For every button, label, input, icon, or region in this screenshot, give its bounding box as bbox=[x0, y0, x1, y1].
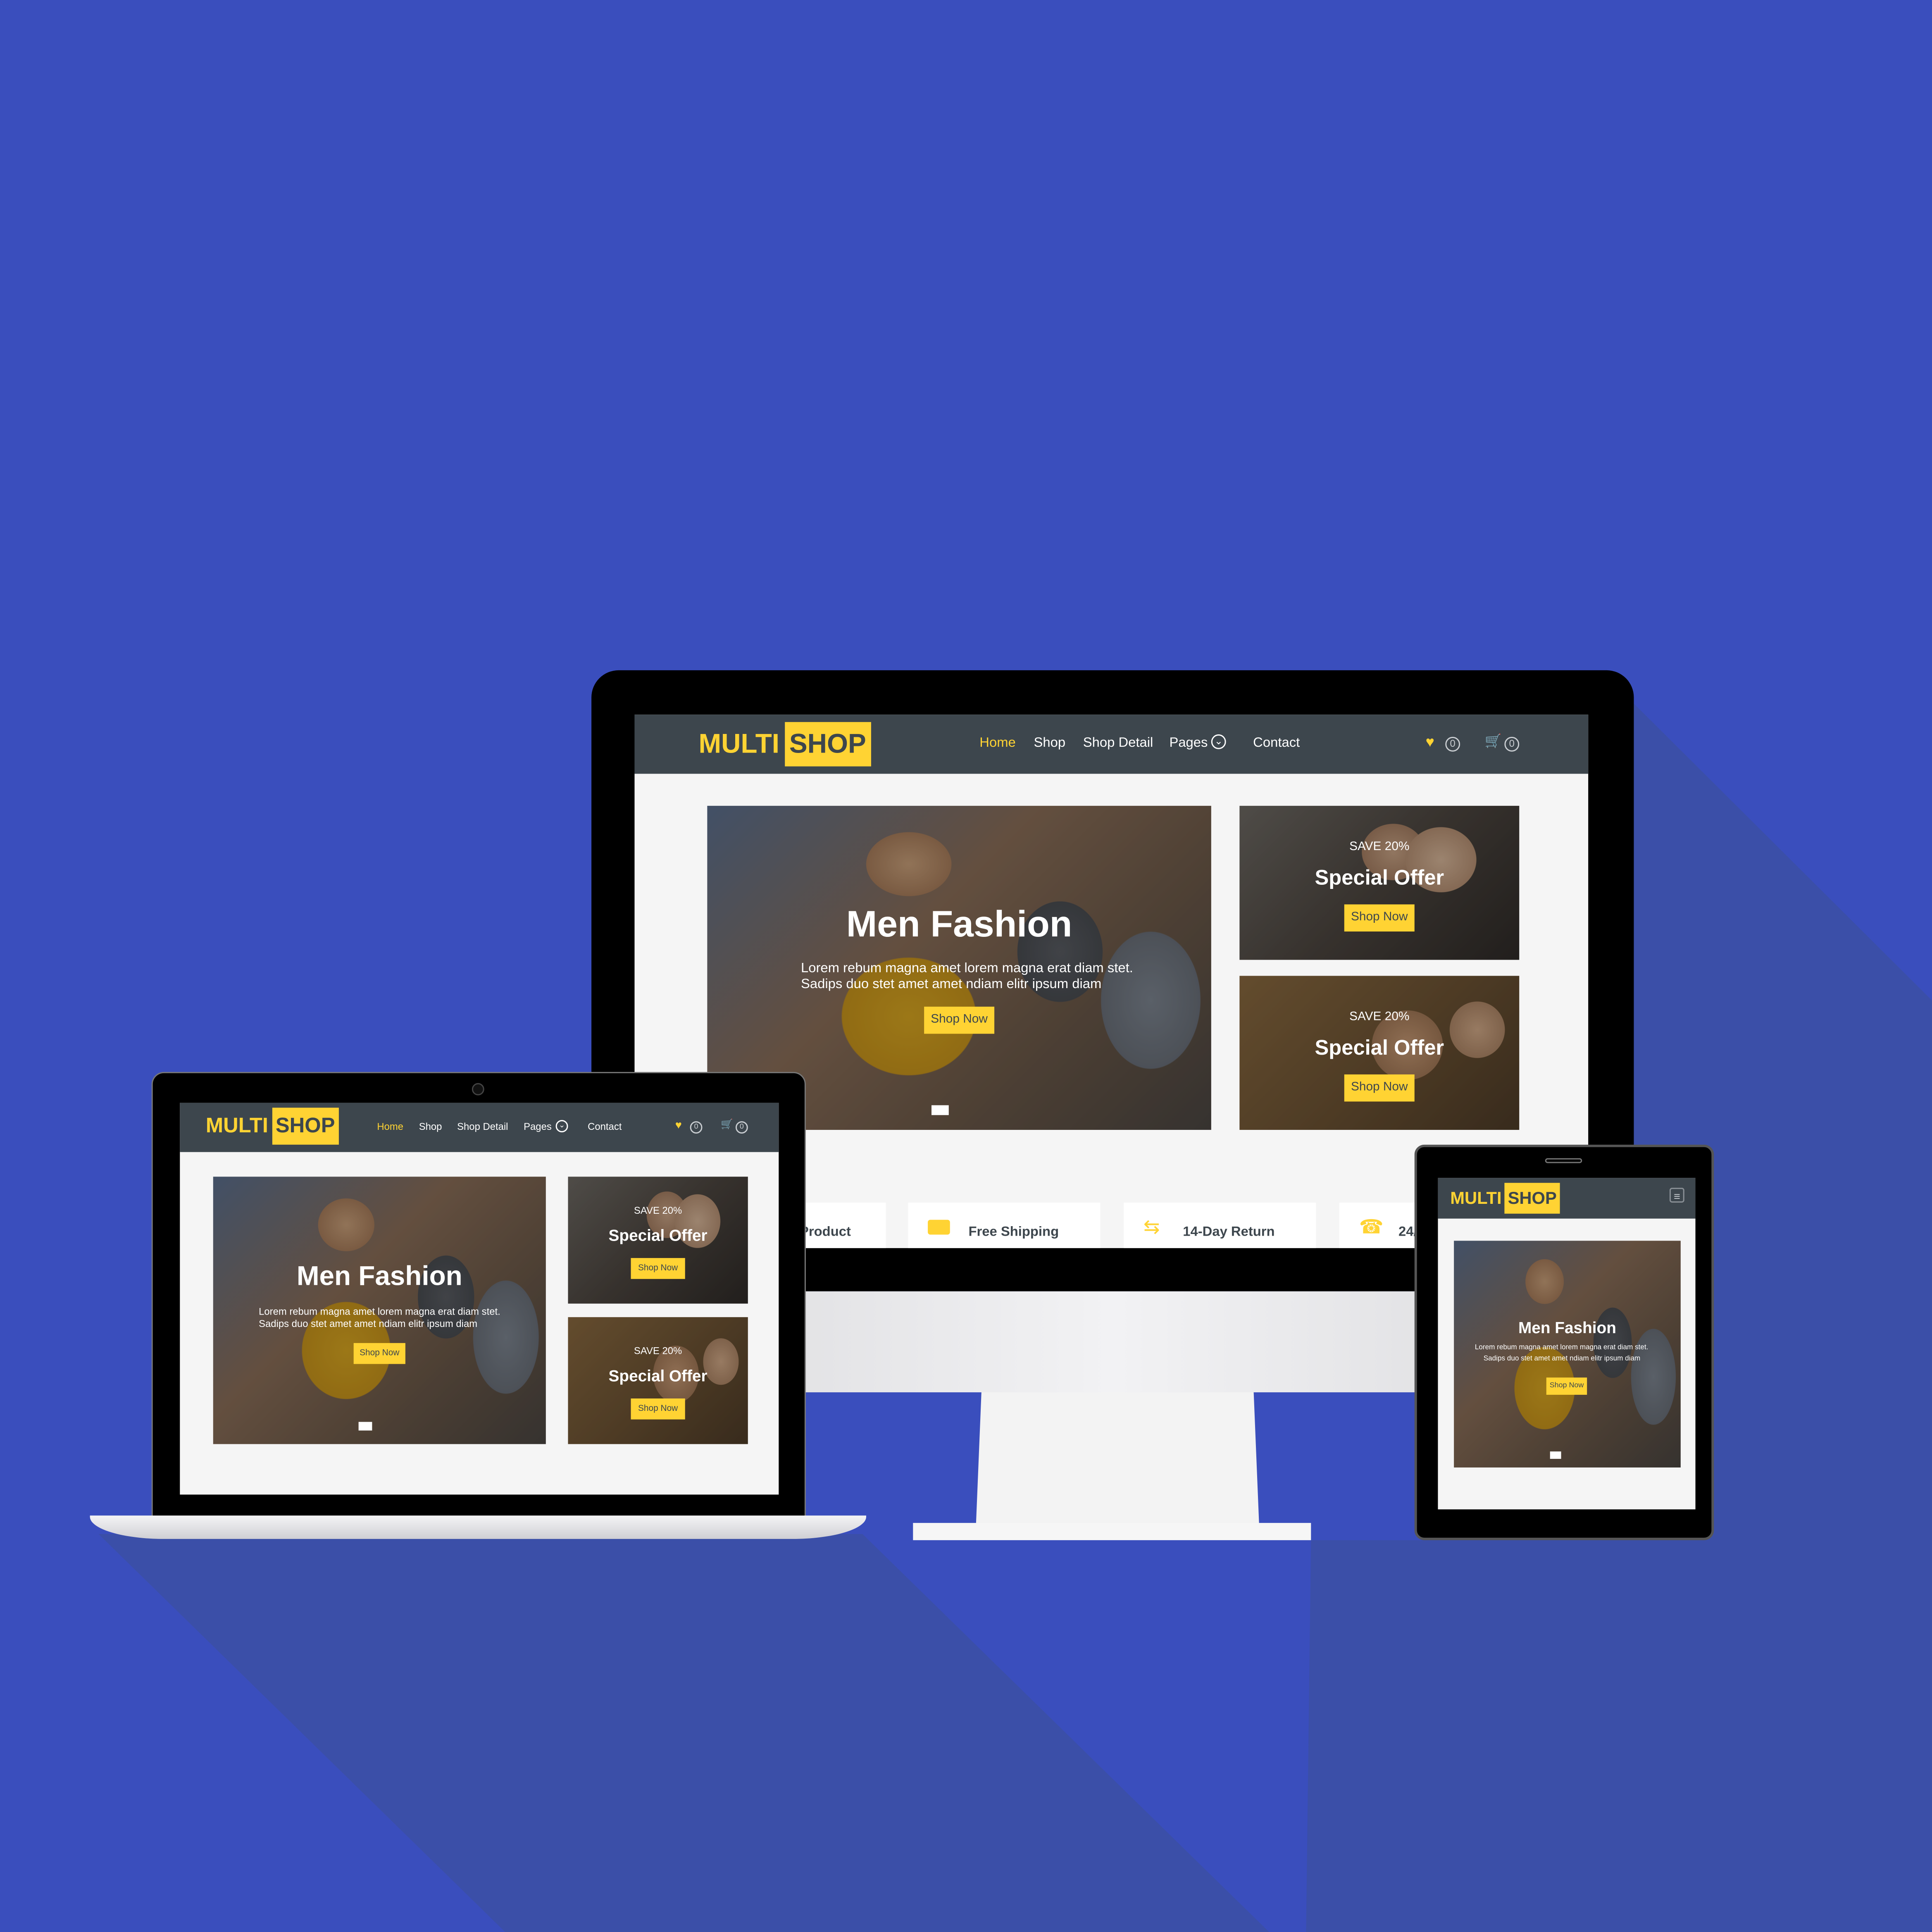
offer-title: Special Offer bbox=[608, 1366, 708, 1385]
cart-icon[interactable]: 🛒 bbox=[721, 1119, 733, 1130]
hero-carousel[interactable]: Men Fashion Lorem rebum magna amet lorem… bbox=[1454, 1241, 1681, 1467]
brand-part2: SHOP bbox=[1504, 1183, 1560, 1214]
brand-logo[interactable]: MULTI SHOP bbox=[1450, 1183, 1560, 1214]
offer-card-2[interactable]: SAVE 20% Special Offer Shop Now bbox=[1239, 976, 1520, 1130]
nav-contact[interactable]: Contact bbox=[588, 1121, 622, 1132]
offer-shop-now-button[interactable]: Shop Now bbox=[1344, 1074, 1415, 1102]
offer-save-label: SAVE 20% bbox=[634, 1345, 682, 1357]
feature-label: Product bbox=[799, 1224, 851, 1240]
wishlist-count: 0 bbox=[690, 1121, 703, 1134]
hero-text-line2: Sadips duo stet amet amet ndiam elitr ip… bbox=[800, 977, 1102, 992]
nav-pages[interactable]: Pages bbox=[1169, 736, 1208, 750]
navbar: MULTI SHOP Home Shop Shop Detail Pages ⌄ … bbox=[180, 1103, 779, 1152]
offer-shop-now-button[interactable]: Shop Now bbox=[631, 1258, 685, 1279]
cart-count: 0 bbox=[735, 1121, 748, 1134]
offer-save-label: SAVE 20% bbox=[1349, 1010, 1410, 1024]
carousel-indicator[interactable] bbox=[358, 1422, 372, 1431]
laptop-screen: MULTI SHOP Home Shop Shop Detail Pages ⌄ … bbox=[180, 1103, 779, 1495]
hero-shop-now-button[interactable]: Shop Now bbox=[924, 1006, 995, 1034]
brand-logo[interactable]: MULTI SHOP bbox=[698, 722, 871, 767]
feature-label: 14-Day Return bbox=[1183, 1224, 1275, 1240]
brand-part1: MULTI bbox=[205, 1114, 268, 1137]
offer-title: Special Offer bbox=[1315, 1036, 1444, 1060]
exchange-icon: ⇆ bbox=[1143, 1217, 1160, 1239]
truck-icon bbox=[928, 1220, 950, 1235]
hero-title: Men Fashion bbox=[1518, 1318, 1616, 1337]
nav-home[interactable]: Home bbox=[979, 736, 1015, 750]
hero-shop-now-button[interactable]: Shop Now bbox=[1546, 1377, 1587, 1395]
cart-icon[interactable]: 🛒 bbox=[1485, 733, 1502, 749]
hero-title: Men Fashion bbox=[846, 904, 1072, 945]
feature-box-return: ⇆ 14-Day Return bbox=[1124, 1202, 1316, 1248]
monitor-stand-neck bbox=[976, 1390, 1260, 1528]
carousel-indicator[interactable] bbox=[931, 1105, 949, 1115]
phone-icon: ☎ bbox=[1359, 1217, 1384, 1239]
offer-save-label: SAVE 20% bbox=[1349, 840, 1410, 854]
navbar: MULTI SHOP ≡ bbox=[1438, 1178, 1696, 1219]
hero-carousel[interactable]: Men Fashion Lorem rebum magna amet lorem… bbox=[213, 1177, 546, 1444]
heart-icon[interactable]: ♥ bbox=[675, 1119, 682, 1131]
offer-card-1[interactable]: SAVE 20% Special Offer Shop Now bbox=[1239, 805, 1520, 960]
brand-part2: SHOP bbox=[272, 1108, 339, 1145]
brand-part1: MULTI bbox=[698, 728, 780, 759]
offer-card-1[interactable]: SAVE 20% Special Offer Shop Now bbox=[568, 1177, 748, 1304]
wishlist-count: 0 bbox=[1445, 736, 1460, 752]
heart-icon[interactable]: ♥ bbox=[1426, 733, 1434, 750]
offer-shop-now-button[interactable]: Shop Now bbox=[631, 1398, 685, 1420]
chevron-down-icon[interactable]: ⌄ bbox=[555, 1120, 568, 1132]
hero-title: Men Fashion bbox=[296, 1260, 462, 1291]
tablet-speaker bbox=[1545, 1158, 1582, 1163]
offer-shop-now-button[interactable]: Shop Now bbox=[1344, 904, 1415, 932]
brand-part1: MULTI bbox=[1450, 1188, 1502, 1208]
hero-text-line1: Lorem rebum magna amet lorem magna erat … bbox=[1475, 1344, 1649, 1351]
feature-box-shipping: Free Shipping bbox=[908, 1202, 1101, 1248]
hero-text-line1: Lorem rebum magna amet lorem magna erat … bbox=[800, 961, 1133, 976]
nav-contact[interactable]: Contact bbox=[1253, 736, 1300, 750]
nav-home[interactable]: Home bbox=[377, 1121, 403, 1132]
feature-label: Free Shipping bbox=[968, 1224, 1059, 1240]
brand-part2: SHOP bbox=[784, 722, 871, 767]
offer-save-label: SAVE 20% bbox=[634, 1205, 682, 1216]
carousel-indicator[interactable] bbox=[1550, 1451, 1561, 1459]
hero-shop-now-button[interactable]: Shop Now bbox=[353, 1343, 405, 1364]
nav-shop-detail[interactable]: Shop Detail bbox=[1083, 736, 1153, 750]
hero-text-line2: Sadips duo stet amet amet ndiam elitr ip… bbox=[259, 1318, 478, 1330]
nav-pages[interactable]: Pages bbox=[524, 1121, 552, 1132]
nav-shop[interactable]: Shop bbox=[1034, 736, 1065, 750]
laptop-base bbox=[90, 1515, 866, 1539]
hamburger-icon[interactable]: ≡ bbox=[1669, 1188, 1684, 1203]
navbar: MULTI SHOP Home Shop Shop Detail Pages ⌄ … bbox=[634, 715, 1589, 774]
hero-text-line2: Sadips duo stet amet amet ndiam elitr ip… bbox=[1483, 1355, 1641, 1363]
offer-title: Special Offer bbox=[1315, 866, 1444, 890]
laptop-camera bbox=[472, 1083, 484, 1096]
offer-title: Special Offer bbox=[608, 1226, 708, 1245]
nav-shop[interactable]: Shop bbox=[419, 1121, 442, 1132]
brand-logo[interactable]: MULTI SHOP bbox=[205, 1108, 339, 1145]
tablet-screen: MULTI SHOP ≡ Men Fashion Lorem rebum magn… bbox=[1438, 1178, 1696, 1510]
hero-text-line1: Lorem rebum magna amet lorem magna erat … bbox=[259, 1306, 500, 1317]
chevron-down-icon[interactable]: ⌄ bbox=[1211, 734, 1226, 749]
nav-shop-detail[interactable]: Shop Detail bbox=[457, 1121, 508, 1132]
cart-count: 0 bbox=[1504, 736, 1520, 752]
monitor-stand-base bbox=[913, 1523, 1311, 1540]
offer-card-2[interactable]: SAVE 20% Special Offer Shop Now bbox=[568, 1317, 748, 1444]
